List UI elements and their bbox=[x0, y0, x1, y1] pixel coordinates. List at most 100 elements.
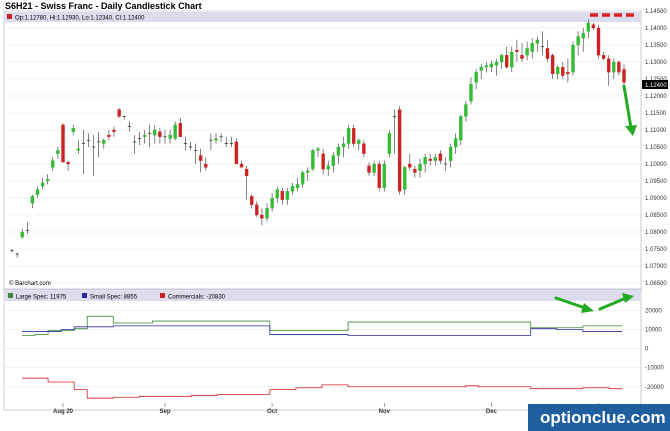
price-y-axis: 1.145001.140001.135001.130001.125001.120… bbox=[645, 9, 667, 287]
candle-body bbox=[372, 163, 376, 173]
candle-body bbox=[403, 167, 407, 190]
price-y-tick-label: 1.13000 bbox=[645, 60, 667, 66]
candle-body bbox=[275, 189, 279, 199]
candle-body bbox=[280, 191, 284, 200]
price-y-tick-label: 1.10000 bbox=[645, 162, 667, 168]
candle-body bbox=[510, 51, 514, 68]
candle-body bbox=[270, 197, 274, 209]
candle-body bbox=[142, 134, 147, 137]
candle-body bbox=[581, 32, 585, 39]
candle-body bbox=[285, 191, 290, 200]
price-y-tick-label: 1.08500 bbox=[645, 213, 667, 219]
candle-body bbox=[428, 158, 432, 161]
price-y-tick-label: 1.09500 bbox=[645, 179, 667, 185]
candle-body bbox=[479, 66, 483, 71]
candle-body bbox=[341, 143, 346, 148]
candle-body bbox=[576, 36, 580, 46]
cot-legend-swatch bbox=[160, 293, 165, 298]
candle-body bbox=[433, 157, 437, 161]
candle-body bbox=[301, 172, 305, 185]
price-y-tick-label: 1.14500 bbox=[645, 9, 667, 15]
x-tick-label: Nov bbox=[379, 409, 391, 415]
candle bbox=[571, 41, 575, 76]
price-y-tick-label: 1.13500 bbox=[645, 43, 667, 49]
candle-body bbox=[326, 165, 330, 170]
candle-body bbox=[214, 138, 218, 141]
price-y-tick-label: 1.06500 bbox=[645, 281, 667, 287]
price-y-tick-label: 1.07000 bbox=[645, 264, 667, 270]
chart-title: S6H21 - Swiss Franc - Daily Candlestick … bbox=[5, 1, 202, 11]
ohlc-marker bbox=[7, 14, 12, 19]
cot-y-axis: 20000 10000 0 -10000 -20000 bbox=[645, 309, 664, 391]
candle bbox=[382, 160, 386, 192]
cot-y-tick-label: 10000 bbox=[645, 328, 662, 334]
cot-y-tick-label: 20000 bbox=[645, 309, 662, 315]
candle-body bbox=[352, 128, 356, 144]
cot-y-tick-label: -20000 bbox=[645, 385, 664, 391]
candle-body bbox=[367, 165, 371, 173]
candle-body bbox=[244, 168, 249, 177]
candle-body bbox=[515, 49, 519, 52]
candle-body bbox=[545, 48, 550, 59]
cot-y-tick-label: 0 bbox=[645, 347, 649, 353]
candle-body bbox=[525, 48, 529, 56]
candle-body bbox=[168, 134, 172, 139]
candle bbox=[234, 138, 239, 165]
price-y-tick-label: 1.09000 bbox=[645, 196, 667, 202]
cot-legend-label: Commercials: -20830 bbox=[168, 295, 226, 301]
candle bbox=[387, 130, 392, 158]
candle-body bbox=[591, 24, 596, 29]
candle-body bbox=[566, 72, 570, 75]
candle-body bbox=[505, 55, 509, 68]
candle-body bbox=[199, 155, 203, 161]
candle bbox=[352, 124, 356, 147]
candle-body bbox=[550, 55, 555, 75]
cot-legend-label: Large Spec: 11975 bbox=[16, 295, 67, 301]
candle-body bbox=[46, 179, 50, 182]
price-y-tick-label: 1.12000 bbox=[645, 94, 667, 100]
candle-body bbox=[622, 69, 626, 83]
candle-body bbox=[331, 155, 335, 166]
candle bbox=[397, 106, 402, 195]
candle-body bbox=[234, 141, 239, 165]
candle-body bbox=[535, 39, 539, 44]
chart-container: S6H21 - Swiss Franc - Daily Candlestick … bbox=[0, 0, 670, 431]
candle-body bbox=[61, 124, 65, 163]
ohlc-readout: Op:1.12780, Hi:1.12930, Lo:1.12340, Cl:1… bbox=[15, 16, 145, 22]
candle-body bbox=[290, 185, 295, 192]
candle bbox=[596, 24, 601, 59]
price-y-tick-label: 1.10500 bbox=[645, 145, 667, 151]
price-y-tick-label: 1.11000 bbox=[645, 128, 667, 134]
candle-body bbox=[617, 61, 621, 73]
candle-body bbox=[255, 204, 259, 216]
candle-body bbox=[520, 55, 524, 59]
candle-body bbox=[586, 22, 590, 32]
candle-body bbox=[102, 140, 106, 144]
price-y-tick-label: 1.14000 bbox=[645, 26, 667, 32]
candle-body bbox=[71, 128, 75, 132]
candle-body bbox=[530, 43, 534, 52]
x-tick-label: Aug 20 bbox=[53, 409, 74, 415]
watermark-text: optionclue.com bbox=[540, 408, 666, 427]
candle-body bbox=[173, 124, 177, 139]
candle-body bbox=[204, 163, 208, 168]
candle-body bbox=[448, 146, 453, 161]
candle-body bbox=[362, 143, 366, 154]
candle-body bbox=[336, 146, 341, 156]
candle-body bbox=[459, 116, 463, 141]
candle-body bbox=[423, 157, 427, 165]
chart-svg: S6H21 - Swiss Franc - Daily Candlestick … bbox=[3, 1, 670, 431]
candle-body bbox=[321, 153, 325, 170]
candle-body bbox=[489, 63, 494, 68]
candle-body bbox=[377, 163, 381, 188]
candle-body bbox=[153, 129, 157, 136]
candle-body bbox=[413, 168, 417, 173]
candle-body bbox=[250, 196, 254, 205]
candle-body bbox=[112, 129, 116, 132]
candle-body bbox=[56, 150, 60, 154]
candle-body bbox=[612, 61, 616, 73]
candle-body bbox=[35, 189, 40, 195]
candle-body bbox=[311, 150, 315, 170]
candle-body bbox=[397, 109, 402, 192]
candle-body bbox=[316, 148, 320, 151]
